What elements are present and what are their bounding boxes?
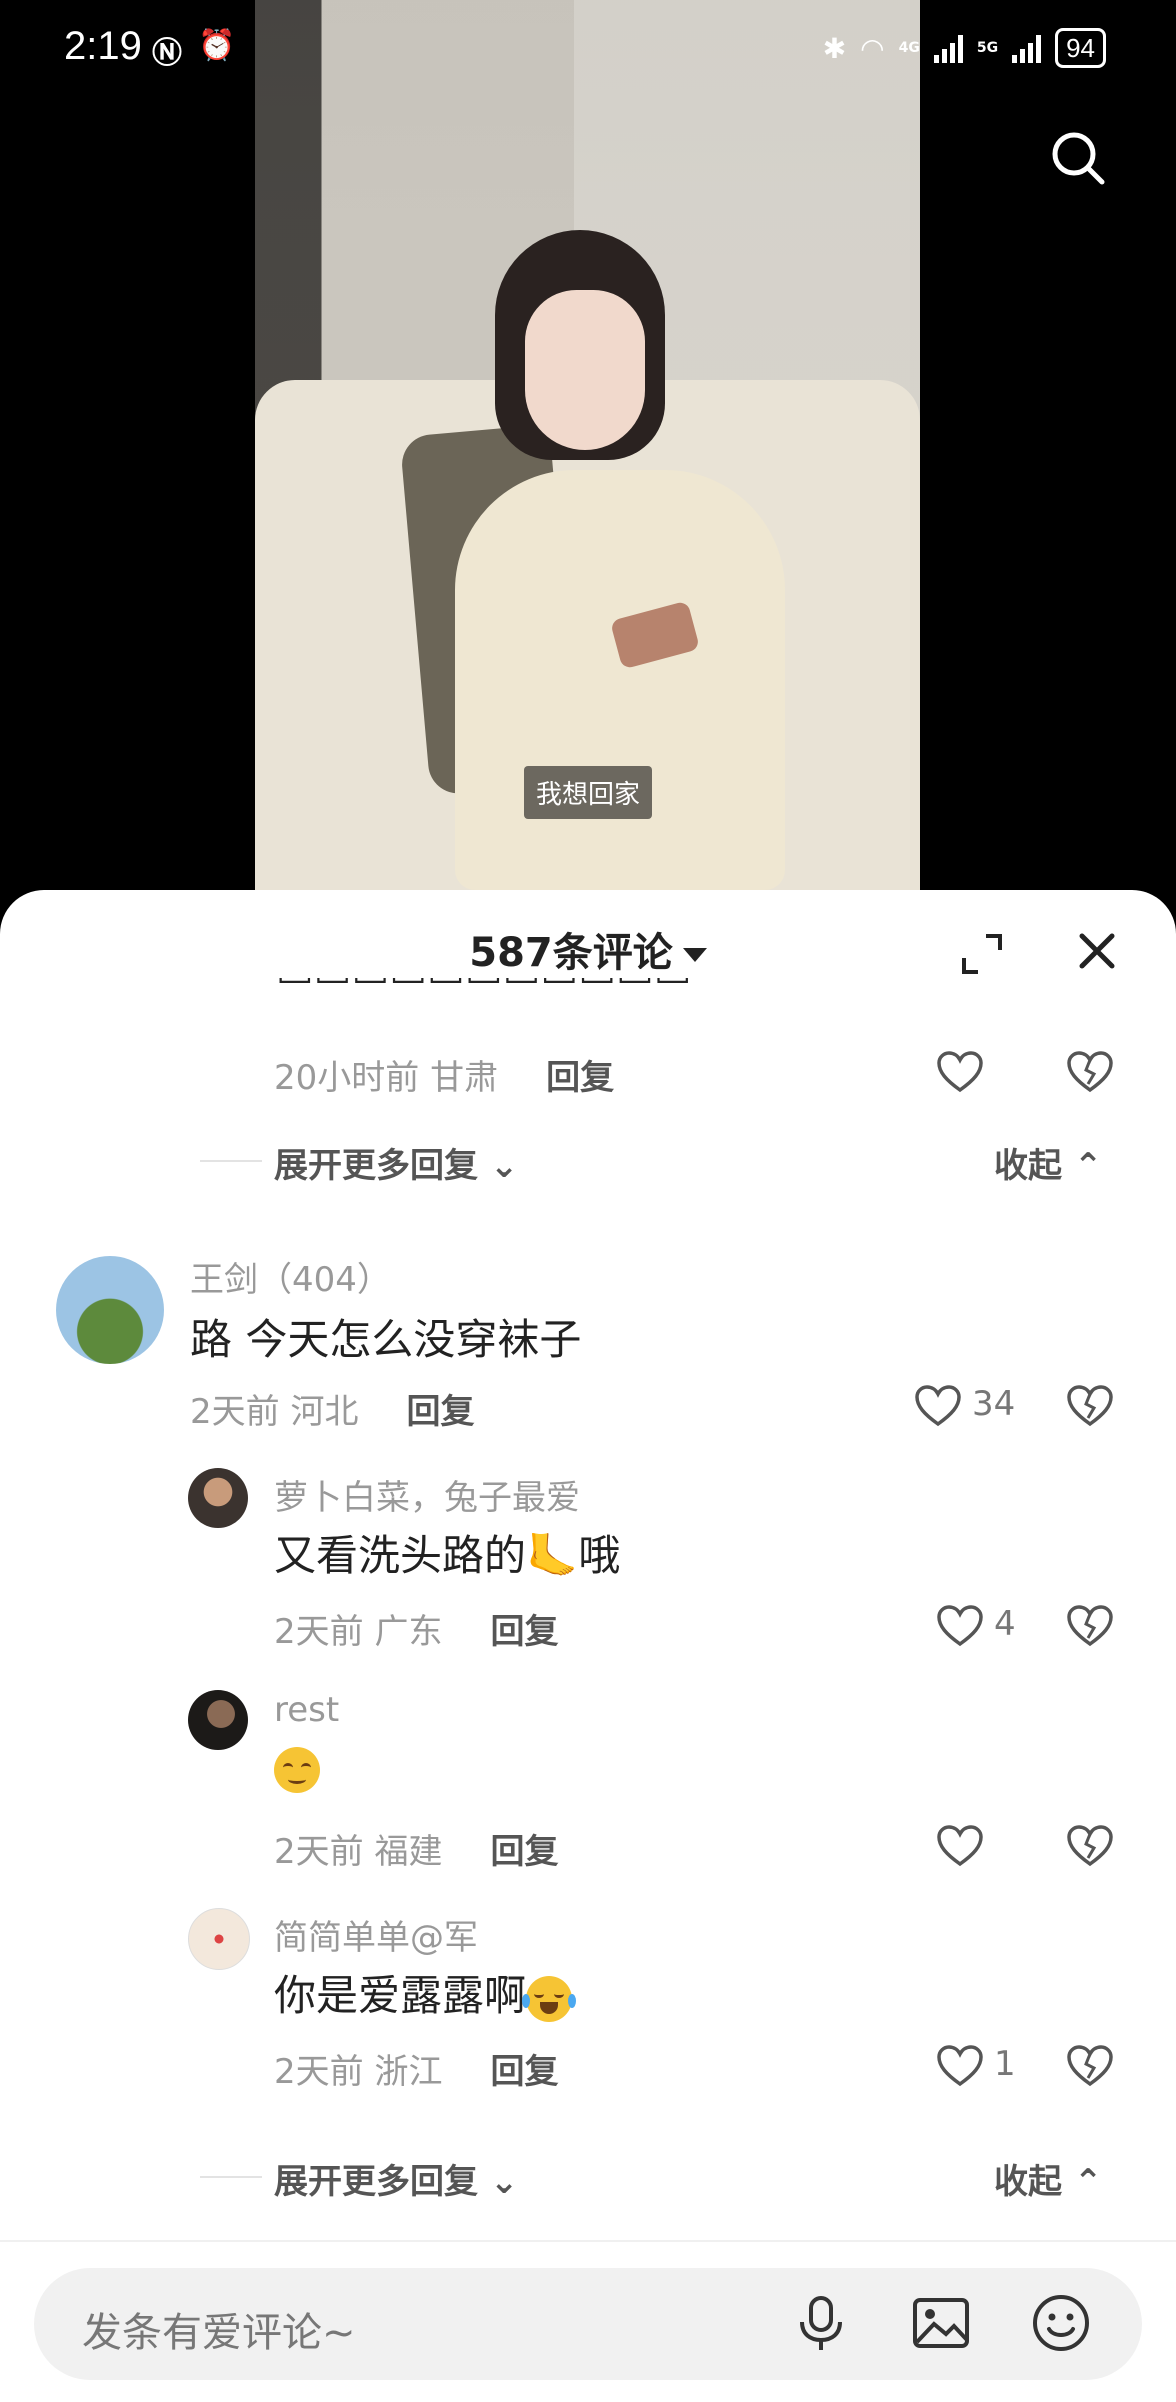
heart-icon[interactable] bbox=[936, 1824, 984, 1868]
battery-indicator: 94 bbox=[1055, 28, 1106, 68]
comment-meta: 2天前 河北 回复 bbox=[190, 1392, 475, 1432]
bluetooth-icon: ✱ bbox=[822, 31, 847, 65]
smirk-emoji-icon bbox=[274, 1746, 320, 1793]
dislike-heart-icon[interactable] bbox=[1066, 1604, 1114, 1648]
collapse-button-2[interactable]: 收起 ⌃ bbox=[994, 2154, 1102, 2203]
like-count: 1 bbox=[994, 2044, 1016, 2084]
reply-button[interactable]: 回复 bbox=[406, 1392, 474, 1432]
dislike-heart-icon[interactable] bbox=[1066, 1824, 1114, 1868]
video-caption: 我想回家 bbox=[524, 766, 653, 819]
reply-text bbox=[274, 1742, 320, 1793]
status-time: 2:19 bbox=[64, 24, 142, 68]
status-bar: 2:19 Ⓝ ⏰ ✱ ◠ 4G 5G 94 bbox=[0, 0, 1176, 100]
comment-input-placeholder: 发条有爱评论~ bbox=[82, 2310, 356, 2356]
chevron-up-icon: ⌃ bbox=[1073, 2162, 1103, 2202]
comment-username[interactable]: 王剑（404） bbox=[190, 1252, 391, 1301]
reply-meta: 2天前 广东 回复 bbox=[274, 1612, 559, 1652]
signal-icon-2 bbox=[1012, 33, 1042, 63]
dislike-heart-icon[interactable] bbox=[1066, 2044, 1114, 2088]
close-icon[interactable] bbox=[1074, 928, 1120, 974]
cut-off-reply-text: ▭▭▭▭▭▭▭▭▭▭▭ bbox=[276, 978, 692, 1004]
heart-icon[interactable] bbox=[936, 1050, 984, 1094]
nfc-icon: Ⓝ bbox=[152, 36, 182, 71]
alarm-icon: ⏰ bbox=[198, 28, 236, 63]
comment-count-label: 587条评论 bbox=[469, 930, 673, 976]
search-icon[interactable] bbox=[1048, 128, 1108, 188]
signal-icon-1 bbox=[933, 33, 963, 63]
reply-button[interactable]: 回复 bbox=[546, 1058, 614, 1098]
reply-username[interactable]: rest bbox=[274, 1690, 339, 1730]
like-count: 4 bbox=[994, 1604, 1016, 1644]
comment-input-bar: 发条有爱评论~ bbox=[0, 2240, 1176, 2402]
reply-meta: 20小时前 甘肃 回复 bbox=[274, 1058, 615, 1098]
mic-icon[interactable] bbox=[790, 2292, 852, 2354]
reply-text: 又看洗头路的🦶哦 bbox=[274, 1531, 621, 1580]
heart-icon[interactable] bbox=[936, 1604, 984, 1648]
reply-button[interactable]: 回复 bbox=[490, 2052, 558, 2092]
heart-icon[interactable] bbox=[936, 2044, 984, 2088]
dislike-heart-icon[interactable] bbox=[1066, 1050, 1114, 1094]
avatar[interactable] bbox=[188, 1908, 250, 1970]
reply-username[interactable]: 萝卜白菜，兔子最爱 bbox=[274, 1470, 580, 1519]
reply-username[interactable]: 简简单单@军 bbox=[274, 1910, 478, 1959]
avatar[interactable] bbox=[188, 1690, 248, 1750]
expand-icon[interactable] bbox=[960, 932, 1004, 976]
network-label-1: 4G bbox=[898, 40, 920, 56]
network-label-2: 5G bbox=[976, 40, 999, 56]
emoji-icon[interactable] bbox=[1030, 2292, 1092, 2354]
chevron-down-icon bbox=[682, 948, 707, 962]
reply-button[interactable]: 回复 bbox=[490, 1832, 558, 1872]
reply-meta: 2天前 福建 回复 bbox=[274, 1832, 559, 1872]
wifi-icon: ◠ bbox=[860, 31, 885, 65]
comment-text: 路 今天怎么没穿袜子 bbox=[190, 1315, 582, 1364]
crying-laughing-emoji-icon bbox=[522, 1975, 577, 2022]
reply-button[interactable]: 回复 bbox=[490, 1612, 558, 1652]
reply-text: 你是爱露露啊 bbox=[274, 1962, 577, 2023]
dislike-heart-icon[interactable] bbox=[1066, 1384, 1114, 1428]
comment-sheet: 587条评论 ▭▭▭▭▭▭▭▭▭▭▭ 20小时前 甘肃回复 展开更多回复 ⌄ 收… bbox=[0, 890, 1176, 2400]
reply-meta: 2天前 浙江 回复 bbox=[274, 2052, 559, 2092]
collapse-button-1[interactable]: 收起 ⌃ bbox=[994, 1138, 1102, 1187]
comment-input[interactable]: 发条有爱评论~ bbox=[34, 2268, 1142, 2380]
chevron-down-icon: ⌄ bbox=[489, 1146, 519, 1186]
avatar[interactable] bbox=[56, 1256, 164, 1364]
like-count: 34 bbox=[972, 1384, 1016, 1424]
heart-icon[interactable] bbox=[914, 1384, 962, 1428]
foot-emoji-icon: 🦶 bbox=[526, 1531, 579, 1580]
avatar[interactable] bbox=[188, 1468, 248, 1528]
chevron-up-icon: ⌃ bbox=[1073, 1146, 1103, 1186]
image-icon[interactable] bbox=[910, 2292, 972, 2354]
video-player[interactable] bbox=[255, 0, 920, 890]
chevron-down-icon: ⌄ bbox=[489, 2162, 519, 2202]
